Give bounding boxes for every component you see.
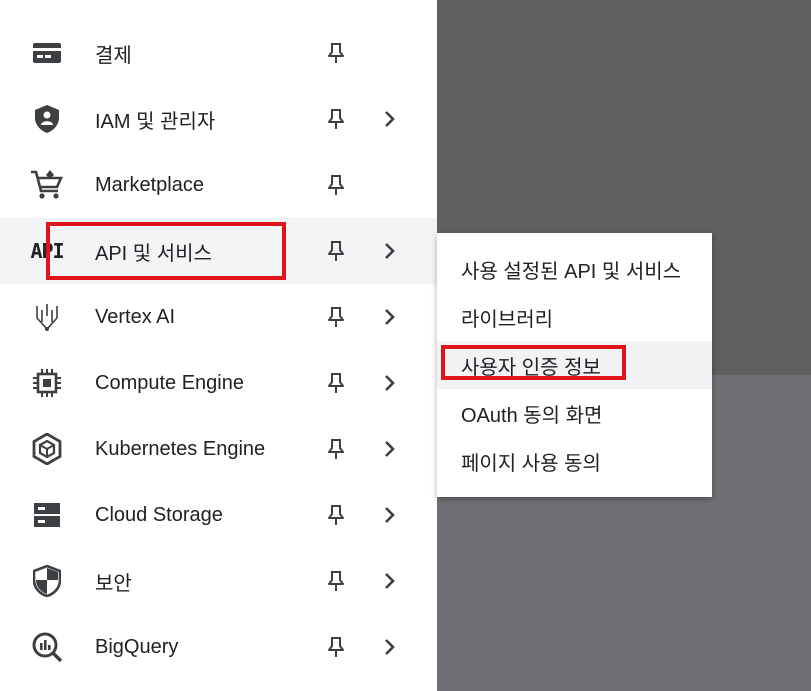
nav-item-label: BigQuery <box>95 635 179 658</box>
nav-item-label: Marketplace <box>95 173 204 196</box>
kubernetes-icon <box>30 432 64 466</box>
pin-icon[interactable] <box>324 371 348 395</box>
chevron-right-icon[interactable] <box>378 107 402 131</box>
submenu-item-label: 사용자 인증 정보 <box>461 356 601 379</box>
chevron-right-icon[interactable] <box>378 635 402 659</box>
storage-icon <box>30 498 64 532</box>
billing-icon <box>30 36 64 70</box>
nav-item-label: IAM 및 관리자 <box>95 110 216 133</box>
submenu-item-credentials[interactable]: 사용자 인증 정보 <box>437 341 712 389</box>
chevron-right-icon[interactable] <box>378 239 402 263</box>
nav-item-marketplace[interactable]: Marketplace <box>0 152 437 218</box>
nav-item-label: Cloud Storage <box>95 503 223 526</box>
pin-icon[interactable] <box>324 635 348 659</box>
pin-icon[interactable] <box>324 239 348 263</box>
nav-item-label: 결제 <box>95 44 132 67</box>
chevron-right-icon[interactable] <box>378 437 402 461</box>
nav-item-kubernetes-engine[interactable]: Kubernetes Engine <box>0 416 437 482</box>
chevron-right-icon[interactable] <box>378 305 402 329</box>
submenu-item-page-usage-agreement[interactable]: 페이지 사용 동의 <box>437 437 712 485</box>
submenu-item-label: 사용 설정된 API 및 서비스 <box>461 260 682 283</box>
pin-icon[interactable] <box>324 305 348 329</box>
shield-person-icon <box>30 102 64 136</box>
pin-icon[interactable] <box>324 503 348 527</box>
navigation-menu: 결제 IAM 및 관리자 Marketplace API API 및 서비스 V… <box>0 0 437 691</box>
nav-item-compute-engine[interactable]: Compute Engine <box>0 350 437 416</box>
nav-item-iam[interactable]: IAM 및 관리자 <box>0 86 437 152</box>
submenu-item-enabled-apis[interactable]: 사용 설정된 API 및 서비스 <box>437 245 712 293</box>
submenu-item-oauth-consent[interactable]: OAuth 동의 화면 <box>437 389 712 437</box>
submenu-item-library[interactable]: 라이브러리 <box>437 293 712 341</box>
pin-icon[interactable] <box>324 41 348 65</box>
nav-item-vertex-ai[interactable]: Vertex AI <box>0 284 437 350</box>
api-services-submenu: 사용 설정된 API 및 서비스 라이브러리 사용자 인증 정보 OAuth 동… <box>437 233 712 497</box>
cart-icon <box>30 168 64 202</box>
nav-item-label: API 및 서비스 <box>95 242 212 265</box>
nav-item-billing[interactable]: 결제 <box>0 20 437 86</box>
nav-item-bigquery[interactable]: BigQuery <box>0 614 437 680</box>
nav-item-label: Compute Engine <box>95 371 244 394</box>
nav-item-label: Vertex AI <box>95 305 176 328</box>
security-shield-icon <box>30 564 64 598</box>
nav-item-label: 보안 <box>95 572 132 595</box>
chevron-right-icon[interactable] <box>378 503 402 527</box>
pin-icon[interactable] <box>324 173 348 197</box>
pin-icon[interactable] <box>324 437 348 461</box>
chevron-right-icon[interactable] <box>378 569 402 593</box>
submenu-item-label: 라이브러리 <box>461 308 553 331</box>
chevron-right-icon[interactable] <box>378 371 402 395</box>
bigquery-icon <box>30 630 64 664</box>
vertex-ai-icon <box>30 300 64 334</box>
chip-icon <box>30 366 64 400</box>
submenu-item-label: OAuth 동의 화면 <box>461 404 603 427</box>
nav-item-label: Kubernetes Engine <box>95 437 266 460</box>
submenu-item-label: 페이지 사용 동의 <box>461 452 601 475</box>
pin-icon[interactable] <box>324 107 348 131</box>
api-icon: API <box>30 239 64 263</box>
pin-icon[interactable] <box>324 569 348 593</box>
nav-item-api-services[interactable]: API API 및 서비스 <box>0 218 437 284</box>
nav-item-security[interactable]: 보안 <box>0 548 437 614</box>
nav-item-cloud-storage[interactable]: Cloud Storage <box>0 482 437 548</box>
